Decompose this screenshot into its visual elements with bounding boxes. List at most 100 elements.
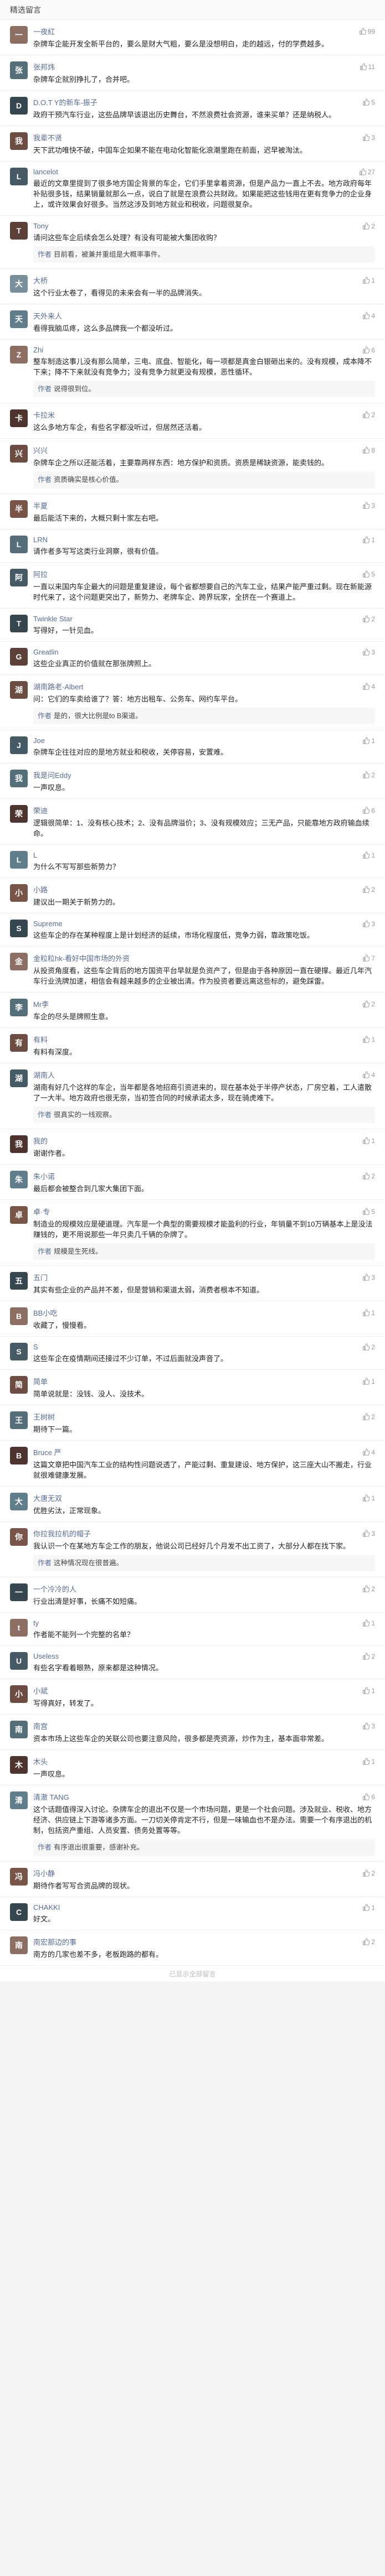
comment-nickname[interactable]: Useless — [33, 1652, 59, 1660]
comment-nickname[interactable]: 木头 — [33, 1756, 48, 1767]
comment-nickname[interactable]: 朱小诺 — [33, 1171, 55, 1181]
avatar[interactable]: U — [10, 1652, 28, 1670]
avatar[interactable]: D — [10, 97, 28, 115]
avatar[interactable]: t — [10, 1619, 28, 1637]
comment-nickname[interactable]: 一个冷冷的人 — [33, 1583, 76, 1594]
comment-nickname[interactable]: 湖南人 — [33, 1069, 55, 1080]
avatar[interactable]: B — [10, 1307, 28, 1325]
like-button[interactable]: 2 — [362, 1869, 375, 1877]
comment-nickname[interactable]: BB小吃 — [33, 1307, 57, 1318]
comment-nickname[interactable]: 大桥 — [33, 275, 48, 285]
avatar[interactable]: S — [10, 1343, 28, 1360]
comment-nickname[interactable]: Zhi — [33, 346, 43, 354]
comment-nickname[interactable]: CHAKKI — [33, 1903, 60, 1912]
avatar[interactable]: 简 — [10, 1376, 28, 1394]
comment-nickname[interactable]: 大唐无双 — [33, 1493, 62, 1503]
like-button[interactable]: 8 — [362, 446, 375, 454]
comment-nickname[interactable]: 王树树 — [33, 1411, 55, 1422]
like-button[interactable]: 3 — [362, 648, 375, 656]
comment-nickname[interactable]: 你拉我拉机的帽子 — [33, 1528, 91, 1539]
avatar[interactable]: L — [10, 851, 28, 869]
like-button[interactable]: 1 — [362, 1758, 375, 1765]
comment-nickname[interactable]: 简单 — [33, 1376, 48, 1386]
avatar[interactable]: 半 — [10, 500, 28, 518]
like-button[interactable]: 4 — [362, 1448, 375, 1456]
comment-nickname[interactable]: 小路 — [33, 884, 48, 895]
comment-nickname[interactable]: Joe — [33, 736, 45, 745]
comment-nickname[interactable]: 有料 — [33, 1034, 48, 1045]
like-button[interactable]: 3 — [362, 502, 375, 510]
like-button[interactable]: 3 — [362, 1530, 375, 1538]
like-button[interactable]: 4 — [362, 683, 375, 690]
like-button[interactable]: 1 — [362, 1036, 375, 1043]
like-button[interactable]: 1 — [362, 1309, 375, 1317]
comment-nickname[interactable]: 五门 — [33, 1272, 48, 1282]
comment-nickname[interactable]: 张邦炜 — [33, 61, 55, 72]
avatar[interactable]: C — [10, 1903, 28, 1921]
avatar[interactable]: 湖 — [10, 1069, 28, 1087]
comment-nickname[interactable]: 南宏那边的事 — [33, 1936, 76, 1947]
avatar[interactable]: 大 — [10, 275, 28, 293]
comment-nickname[interactable]: 我是问Eddy — [33, 770, 71, 780]
like-button[interactable]: 6 — [362, 1793, 375, 1801]
comment-nickname[interactable]: 阿拉 — [33, 569, 48, 579]
avatar[interactable]: 五 — [10, 1272, 28, 1290]
avatar[interactable]: 冯 — [10, 1868, 28, 1886]
avatar[interactable]: 天 — [10, 310, 28, 328]
avatar[interactable]: 金 — [10, 953, 28, 970]
comment-nickname[interactable]: 卓·专 — [33, 1206, 50, 1217]
comment-nickname[interactable]: 天外来人 — [33, 310, 62, 321]
like-button[interactable]: 2 — [362, 1585, 375, 1593]
avatar[interactable]: 卡 — [10, 409, 28, 427]
like-button[interactable]: 7 — [362, 954, 375, 962]
avatar[interactable]: S — [10, 920, 28, 937]
avatar[interactable]: 朱 — [10, 1171, 28, 1188]
avatar[interactable]: B — [10, 1447, 28, 1464]
like-button[interactable]: 2 — [362, 771, 375, 779]
like-button[interactable]: 99 — [359, 28, 375, 35]
like-button[interactable]: 2 — [362, 1343, 375, 1351]
avatar[interactable]: 我 — [10, 1135, 28, 1153]
comment-nickname[interactable]: LRN — [33, 536, 48, 544]
comment-nickname[interactable]: 我辈不贤 — [33, 132, 62, 143]
comment-nickname[interactable]: S — [33, 1343, 38, 1351]
avatar[interactable]: Z — [10, 346, 28, 363]
comment-nickname[interactable]: Tony — [33, 222, 48, 230]
avatar[interactable]: 南 — [10, 1936, 28, 1954]
like-button[interactable]: 2 — [362, 411, 375, 419]
avatar[interactable]: L — [10, 536, 28, 553]
comment-nickname[interactable]: Greatlin — [33, 648, 59, 656]
comment-nickname[interactable]: 荣迪 — [33, 805, 48, 816]
like-button[interactable]: 1 — [362, 1137, 375, 1145]
avatar[interactable]: L — [10, 168, 28, 185]
like-button[interactable]: 2 — [362, 1172, 375, 1180]
comment-nickname[interactable]: lancelot — [33, 168, 58, 176]
avatar[interactable]: 荣 — [10, 805, 28, 823]
like-button[interactable]: 1 — [362, 1904, 375, 1912]
avatar[interactable]: 清 — [10, 1791, 28, 1809]
comment-nickname[interactable]: 冯小静 — [33, 1868, 55, 1878]
like-button[interactable]: 2 — [362, 1000, 375, 1008]
like-button[interactable]: 1 — [362, 737, 375, 745]
comment-nickname[interactable]: 南宫 — [33, 1721, 48, 1731]
like-button[interactable]: 1 — [362, 277, 375, 284]
comment-nickname[interactable]: 卡拉米 — [33, 409, 55, 420]
avatar[interactable]: 卓 — [10, 1206, 28, 1224]
avatar[interactable]: 有 — [10, 1034, 28, 1052]
like-button[interactable]: 1 — [362, 1494, 375, 1502]
like-button[interactable]: 4 — [362, 312, 375, 320]
like-button[interactable]: 1 — [362, 851, 375, 859]
comment-nickname[interactable]: Bruce 严 — [33, 1447, 61, 1457]
comment-nickname[interactable]: 湖南路老·Albert — [33, 681, 83, 692]
like-button[interactable]: 4 — [362, 1071, 375, 1079]
comment-nickname[interactable]: Mr李 — [33, 999, 49, 1009]
avatar[interactable]: 张 — [10, 61, 28, 79]
comment-nickname[interactable]: 我的 — [33, 1135, 48, 1146]
like-button[interactable]: 3 — [362, 920, 375, 928]
like-button[interactable]: 3 — [362, 1274, 375, 1281]
like-button[interactable]: 5 — [362, 570, 375, 578]
like-button[interactable]: 2 — [362, 222, 375, 230]
avatar[interactable]: G — [10, 648, 28, 666]
like-button[interactable]: 6 — [362, 346, 375, 354]
avatar[interactable]: 小 — [10, 884, 28, 902]
